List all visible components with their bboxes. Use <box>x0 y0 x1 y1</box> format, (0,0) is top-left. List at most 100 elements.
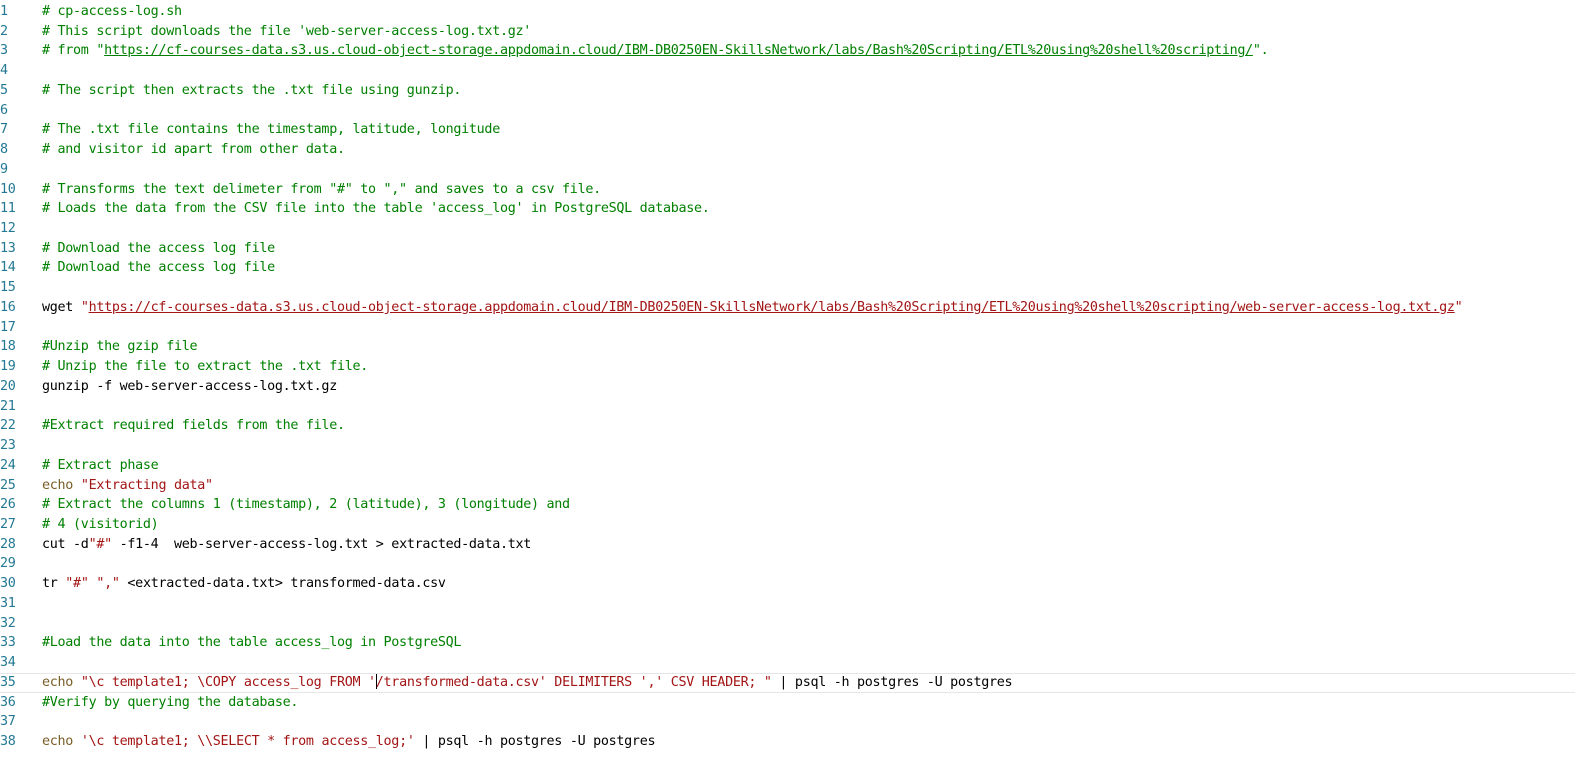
code-line-current[interactable]: 35 echo "\c template1; \COPY access_log F… <box>0 672 1575 693</box>
code-line[interactable]: 34 <box>0 653 1575 673</box>
code-text[interactable]: #Verify by querying the database. <box>42 693 298 713</box>
comment-token: # Loads the data from the CSV file into … <box>42 201 710 217</box>
comment-token: # and visitor id apart from other data. <box>42 142 345 158</box>
code-line[interactable]: 2 # This script downloads the file 'web-s… <box>0 22 1575 42</box>
url-link[interactable]: https://cf-courses-data.s3.us.cloud-obje… <box>104 43 1253 58</box>
line-number: 23 <box>0 438 16 454</box>
code-line[interactable]: 36 #Verify by querying the database. <box>0 693 1575 713</box>
code-editor[interactable]: 1 # cp-access-log.sh 2 # This script downlo… <box>0 0 1575 780</box>
code-line[interactable]: 10 # Transforms the text delimeter from "… <box>0 180 1575 200</box>
comment-token: # Transforms the text delimeter from "#"… <box>42 181 601 197</box>
code-text[interactable]: # Loads the data from the CSV file into … <box>42 199 710 219</box>
code-text[interactable]: gunzip -f web-server-access-log.txt.gz <box>42 377 337 397</box>
code-text[interactable]: # Transforms the text delimeter from "#"… <box>42 180 601 200</box>
string-token: "#" <box>65 576 89 592</box>
code-text[interactable]: # from "https://cf-courses-data.s3.us.cl… <box>42 41 1269 61</box>
comment-token: ". <box>1252 43 1269 59</box>
code-line[interactable]: 25 echo "Extracting data" <box>0 476 1575 496</box>
code-line[interactable]: 6 <box>0 101 1575 121</box>
code-line[interactable]: 8 # and visitor id apart from other data. <box>0 140 1575 160</box>
code-line[interactable]: 28 cut -d"#" -f1-4 web-server-access-log.… <box>0 535 1575 555</box>
code-text[interactable]: #Load the data into the table access_log… <box>42 633 461 653</box>
string-token: " <box>80 299 89 315</box>
code-line[interactable]: 17 <box>0 318 1575 338</box>
code-line[interactable]: 13 # Download the access log file <box>0 239 1575 259</box>
line-number: 16 <box>0 299 16 315</box>
code-line[interactable]: 27 # 4 (visitorid) <box>0 515 1575 535</box>
line-number: 6 <box>0 102 8 118</box>
code-line[interactable]: 11 # Loads the data from the CSV file int… <box>0 199 1575 219</box>
code-token: <extracted-data.txt> transformed-data.cs… <box>119 576 446 592</box>
code-line[interactable]: 3 # from "https://cf-courses-data.s3.us.c… <box>0 41 1575 61</box>
code-line[interactable]: 38 echo '\c template1; \\SELECT * from ac… <box>0 732 1575 752</box>
code-text[interactable]: cut -d"#" -f1-4 web-server-access-log.tx… <box>42 535 531 555</box>
code-token: cut -d <box>42 536 89 552</box>
code-line[interactable]: 32 <box>0 614 1575 634</box>
code-text[interactable]: echo "\c template1; \COPY access_log FRO… <box>42 673 1013 692</box>
code-text[interactable]: #Extract required fields from the file. <box>42 416 345 436</box>
code-text[interactable]: tr "#" "," <extracted-data.txt> transfor… <box>42 574 446 594</box>
code-line[interactable]: 14 # Download the access log file <box>0 258 1575 278</box>
code-line[interactable]: 18 #Unzip the gzip file <box>0 337 1575 357</box>
code-line[interactable]: 15 <box>0 278 1575 298</box>
comment-token: # from " <box>42 43 105 59</box>
line-number: 15 <box>0 280 16 296</box>
code-text[interactable]: # cp-access-log.sh <box>42 2 182 22</box>
comment-token: # Extract the columns 1 (timestamp), 2 (… <box>42 497 570 513</box>
code-line[interactable]: 33 #Load the data into the table access_l… <box>0 633 1575 653</box>
command-token: echo <box>42 477 74 493</box>
code-text[interactable]: # This script downloads the file 'web-se… <box>42 22 531 42</box>
code-text[interactable]: # Download the access log file <box>42 258 275 278</box>
code-line[interactable]: 22 #Extract required fields from the file… <box>0 416 1575 436</box>
code-line[interactable]: 1 # cp-access-log.sh <box>0 2 1575 22</box>
code-line[interactable]: 20 gunzip -f web-server-access-log.txt.gz <box>0 377 1575 397</box>
comment-token: # 4 (visitorid) <box>42 516 159 532</box>
code-text[interactable]: #Unzip the gzip file <box>42 337 198 357</box>
code-line[interactable]: 23 <box>0 436 1575 456</box>
code-text[interactable]: # The .txt file contains the timestamp, … <box>42 120 500 140</box>
code-line[interactable]: 30 tr "#" "," <extracted-data.txt> transf… <box>0 574 1575 594</box>
comment-token: #Verify by querying the database. <box>42 694 299 710</box>
line-number: 36 <box>0 694 16 710</box>
string-token: "\c template1; \COPY access_log FROM ' <box>80 674 376 690</box>
line-number: 14 <box>0 260 16 276</box>
code-line[interactable]: 19 # Unzip the file to extract the .txt f… <box>0 357 1575 377</box>
command-token: echo <box>42 674 74 690</box>
string-token: "," <box>96 576 120 592</box>
code-line[interactable]: 4 <box>0 61 1575 81</box>
code-text[interactable]: # and visitor id apart from other data. <box>42 140 345 160</box>
code-line[interactable]: 5 # The script then extracts the .txt fil… <box>0 81 1575 101</box>
code-text[interactable]: # Extract phase <box>42 456 159 476</box>
line-number: 13 <box>0 240 16 256</box>
code-line[interactable]: 24 # Extract phase <box>0 456 1575 476</box>
line-number: 24 <box>0 457 16 473</box>
code-text[interactable]: echo "Extracting data" <box>42 476 213 496</box>
line-number: 11 <box>0 201 16 217</box>
code-line[interactable]: 9 <box>0 160 1575 180</box>
code-text[interactable]: # The script then extracts the .txt file… <box>42 81 461 101</box>
code-line[interactable]: 37 <box>0 712 1575 732</box>
code-line[interactable]: 12 <box>0 219 1575 239</box>
code-text[interactable]: wget "https://cf-courses-data.s3.us.clou… <box>42 298 1463 318</box>
comment-token: #Unzip the gzip file <box>42 339 198 355</box>
line-number: 29 <box>0 556 16 572</box>
code-line[interactable]: 16 wget "https://cf-courses-data.s3.us.cl… <box>0 298 1575 318</box>
code-line[interactable]: 7 # The .txt file contains the timestamp,… <box>0 120 1575 140</box>
code-text[interactable]: # Unzip the file to extract the .txt fil… <box>42 357 368 377</box>
code-text[interactable]: # Extract the columns 1 (timestamp), 2 (… <box>42 495 570 515</box>
code-token: tr <box>42 576 66 592</box>
comment-token: # This script downloads the file 'web-se… <box>42 23 531 39</box>
code-line[interactable]: 29 <box>0 554 1575 574</box>
code-text[interactable]: # 4 (visitorid) <box>42 515 159 535</box>
url-link[interactable]: https://cf-courses-data.s3.us.cloud-obje… <box>89 300 1455 315</box>
code-text[interactable]: # Download the access log file <box>42 239 275 259</box>
code-line[interactable]: 21 <box>0 397 1575 417</box>
line-number: 10 <box>0 181 16 197</box>
code-text[interactable]: echo '\c template1; \\SELECT * from acce… <box>42 732 656 752</box>
string-token: /transformed-data.csv' DELIMITERS ',' CS… <box>375 674 772 690</box>
code-line[interactable]: 31 <box>0 594 1575 614</box>
line-number: 27 <box>0 516 16 532</box>
line-number: 26 <box>0 497 16 513</box>
code-line[interactable]: 26 # Extract the columns 1 (timestamp), 2… <box>0 495 1575 515</box>
